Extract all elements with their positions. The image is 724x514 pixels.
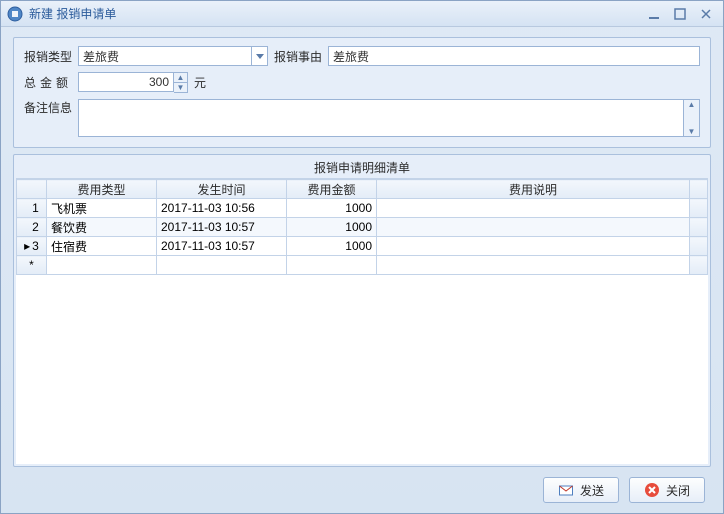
cell-desc[interactable] <box>377 237 690 256</box>
grid-header-row: 费用类型 发生时间 费用金额 费用说明 <box>17 180 708 199</box>
total-amount-spinner[interactable]: ▲ ▼ <box>174 72 188 93</box>
form-panel: 报销类型 差旅费 报销事由 总金额 ▲ ▼ <box>13 37 711 148</box>
detail-grid[interactable]: 费用类型 发生时间 费用金额 费用说明 1飞机票2017-11-03 10:56… <box>16 179 708 464</box>
row-index: ▸3 <box>17 237 47 256</box>
cell-type[interactable]: 餐饮费 <box>47 218 157 237</box>
close-window-button[interactable] <box>695 6 717 22</box>
row-index-new: * <box>17 256 47 275</box>
col-desc[interactable]: 费用说明 <box>377 180 690 199</box>
footer-bar: 发送 关闭 <box>13 473 711 505</box>
row-index: 2 <box>17 218 47 237</box>
cell-type[interactable]: 住宿费 <box>47 237 157 256</box>
app-window: 新建 报销申请单 报销类型 差旅费 报销事由 <box>0 0 724 514</box>
client-area: 报销类型 差旅费 报销事由 总金额 ▲ ▼ <box>1 27 723 513</box>
reason-input[interactable] <box>328 46 700 66</box>
window-title: 新建 报销申请单 <box>29 5 116 22</box>
total-unit: 元 <box>194 74 206 91</box>
col-amount[interactable]: 费用金额 <box>287 180 377 199</box>
cell-time[interactable]: 2017-11-03 10:57 <box>157 237 287 256</box>
send-button-label: 发送 <box>580 482 604 499</box>
table-row[interactable]: ▸3住宿费2017-11-03 10:571000 <box>17 237 708 256</box>
cell-time[interactable]: 2017-11-03 10:56 <box>157 199 287 218</box>
cell-desc[interactable] <box>377 218 690 237</box>
detail-grid-title: 报销申请明细清单 <box>16 157 708 179</box>
reason-label: 报销事由 <box>274 48 322 65</box>
cell-time[interactable]: 2017-11-03 10:57 <box>157 218 287 237</box>
envelope-icon <box>558 482 574 498</box>
scroll-up-icon: ▲ <box>688 100 696 109</box>
title-bar: 新建 报销申请单 <box>1 1 723 27</box>
cell-type[interactable]: 飞机票 <box>47 199 157 218</box>
close-button-label: 关闭 <box>666 482 690 499</box>
close-icon <box>644 482 660 498</box>
chevron-down-icon <box>251 47 267 65</box>
total-amount-input[interactable] <box>78 72 174 92</box>
col-time[interactable]: 发生时间 <box>157 180 287 199</box>
col-index <box>17 180 47 199</box>
table-row[interactable]: 1飞机票2017-11-03 10:561000 <box>17 199 708 218</box>
total-label: 总金额 <box>24 74 72 91</box>
maximize-button[interactable] <box>669 6 691 22</box>
type-combo-value: 差旅费 <box>83 48 119 65</box>
scroll-down-icon: ▼ <box>688 127 696 136</box>
remark-label: 备注信息 <box>24 99 72 116</box>
cell-amount[interactable]: 1000 <box>287 237 377 256</box>
row-index: 1 <box>17 199 47 218</box>
remark-scrollbar[interactable]: ▲ ▼ <box>684 99 700 137</box>
cell-amount[interactable]: 1000 <box>287 218 377 237</box>
close-button[interactable]: 关闭 <box>629 477 705 503</box>
cell-desc[interactable] <box>377 199 690 218</box>
type-combo[interactable]: 差旅费 <box>78 46 268 66</box>
remark-textarea[interactable] <box>78 99 684 137</box>
cell-pad <box>690 237 708 256</box>
cell-pad <box>690 218 708 237</box>
table-row[interactable]: 2餐饮费2017-11-03 10:571000 <box>17 218 708 237</box>
spin-down-icon[interactable]: ▼ <box>174 83 187 92</box>
table-new-row[interactable]: * <box>17 256 708 275</box>
type-label: 报销类型 <box>24 48 72 65</box>
spin-up-icon[interactable]: ▲ <box>174 73 187 83</box>
cell-amount[interactable]: 1000 <box>287 199 377 218</box>
col-pad <box>690 180 708 199</box>
minimize-button[interactable] <box>643 6 665 22</box>
col-type[interactable]: 费用类型 <box>47 180 157 199</box>
app-icon <box>7 6 23 22</box>
send-button[interactable]: 发送 <box>543 477 619 503</box>
detail-grid-panel: 报销申请明细清单 费用类型 发生时间 费用金额 费用说明 <box>13 154 711 467</box>
cell-pad <box>690 199 708 218</box>
